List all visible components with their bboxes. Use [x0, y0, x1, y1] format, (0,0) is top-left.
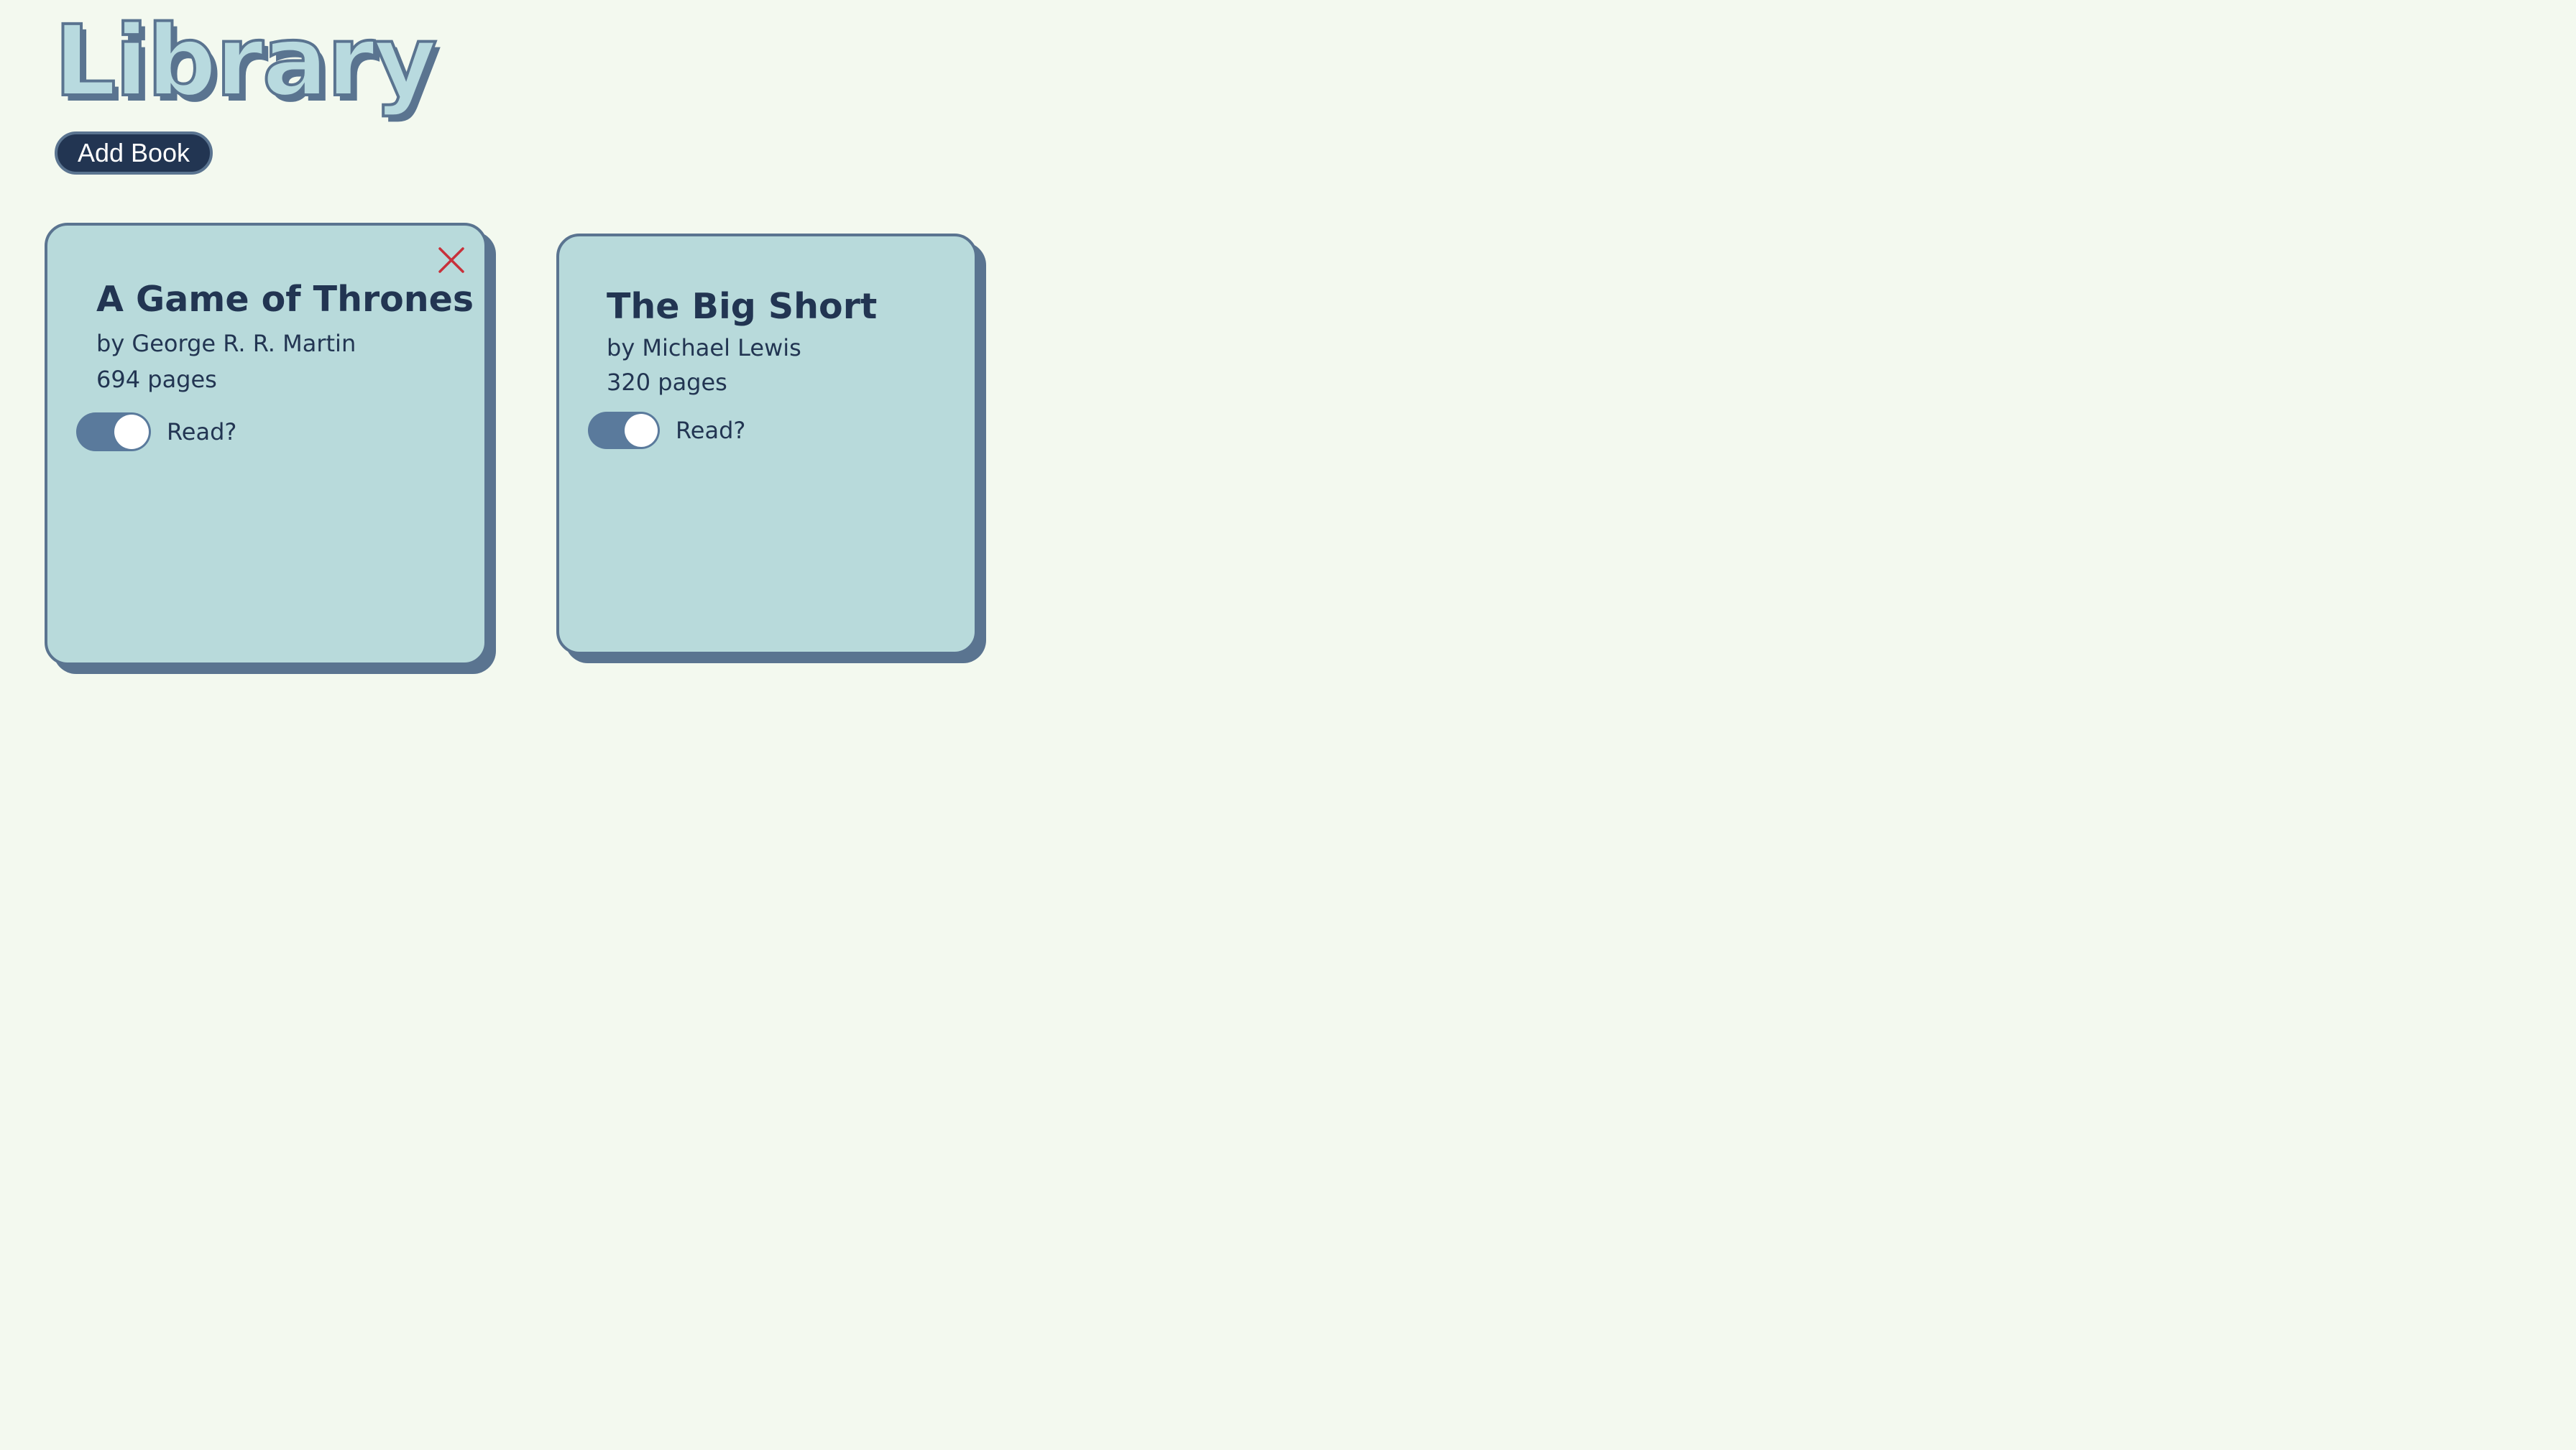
book-author: by Michael Lewis	[607, 334, 801, 361]
book-pages: 320 pages	[607, 369, 727, 396]
book-card: A Game of Thrones by George R. R. Martin…	[45, 223, 487, 665]
book-author: by George R. R. Martin	[96, 330, 356, 357]
book-pages: 694 pages	[96, 366, 217, 393]
read-toggle-row: Read?	[76, 412, 236, 451]
read-label: Read?	[676, 417, 746, 444]
book-card: The Big Short by Michael Lewis 320 pages…	[556, 234, 978, 655]
book-title: The Big Short	[607, 286, 878, 327]
book-title: A Game of Thrones	[96, 279, 474, 320]
read-toggle[interactable]	[588, 412, 660, 449]
read-toggle-row: Read?	[588, 412, 745, 449]
close-icon[interactable]	[436, 244, 467, 276]
toggle-knob	[114, 415, 149, 449]
read-label: Read?	[167, 418, 237, 445]
add-book-button[interactable]: Add Book	[55, 131, 213, 175]
read-toggle[interactable]	[76, 412, 151, 451]
page-title: Library	[52, 5, 438, 119]
toggle-knob	[625, 414, 658, 447]
